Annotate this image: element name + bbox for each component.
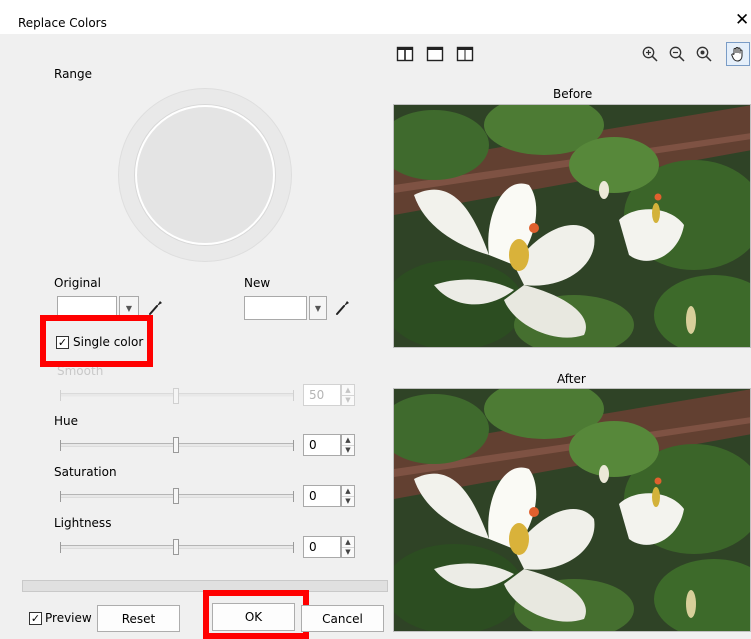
hue-track-end xyxy=(293,440,294,451)
saturation-label: Saturation xyxy=(54,465,117,479)
lightness-track-end xyxy=(293,542,294,553)
lightness-slider-thumb[interactable] xyxy=(173,539,179,555)
lightness-label: Lightness xyxy=(54,516,112,530)
single-view-icon[interactable] xyxy=(425,44,445,64)
hue-label: Hue xyxy=(54,414,79,428)
chevron-up-icon[interactable]: ▲ xyxy=(342,537,354,547)
highlight-box-single-color xyxy=(40,315,153,367)
saturation-value-input[interactable]: 0 xyxy=(303,485,341,507)
saturation-spinner[interactable]: ▲ ▼ xyxy=(341,485,355,507)
chevron-up-icon[interactable]: ▲ xyxy=(342,385,354,395)
after-preview-image[interactable] xyxy=(393,388,751,632)
chevron-down-icon[interactable]: ▼ xyxy=(342,546,354,558)
split-vertical-view-icon[interactable] xyxy=(395,44,415,64)
zoom-in-icon[interactable] xyxy=(640,44,660,64)
range-label: Range xyxy=(54,67,93,81)
original-eyedropper-icon[interactable] xyxy=(148,298,164,316)
new-color-swatch[interactable] xyxy=(244,296,307,320)
smooth-spinner[interactable]: ▲ ▼ xyxy=(341,384,355,406)
lightness-value-input[interactable]: 0 xyxy=(303,536,341,558)
chevron-down-icon: ▼ xyxy=(314,303,322,313)
new-label: New xyxy=(244,276,271,290)
hue-spinner[interactable]: ▲ ▼ xyxy=(341,434,355,456)
hue-value-input[interactable]: 0 xyxy=(303,434,341,456)
preview-checkbox[interactable]: ✓ xyxy=(29,612,42,625)
chevron-down-icon[interactable]: ▼ xyxy=(342,495,354,507)
zoom-out-icon[interactable] xyxy=(667,44,687,64)
new-eyedropper-icon[interactable] xyxy=(335,298,351,316)
cancel-button[interactable]: Cancel xyxy=(301,605,384,632)
chevron-up-icon[interactable]: ▲ xyxy=(342,435,354,445)
title-bar xyxy=(0,0,751,34)
before-preview-image[interactable] xyxy=(393,104,751,348)
smooth-value-input[interactable]: 50 xyxy=(303,384,341,406)
chevron-down-icon[interactable]: ▼ xyxy=(342,394,354,406)
split-horizontal-view-icon[interactable] xyxy=(455,44,475,64)
highlight-box-ok xyxy=(203,590,309,639)
color-range-wheel-center xyxy=(135,105,275,245)
hand-pan-icon[interactable] xyxy=(726,42,750,66)
smooth-track-end xyxy=(293,390,294,401)
lightness-spinner[interactable]: ▲ ▼ xyxy=(341,536,355,558)
saturation-track-end xyxy=(293,491,294,502)
after-label: After xyxy=(557,372,586,386)
new-color-dropdown[interactable]: ▼ xyxy=(309,296,327,320)
chevron-down-icon[interactable]: ▼ xyxy=(342,444,354,456)
smooth-slider-thumb[interactable] xyxy=(173,388,179,404)
original-label: Original xyxy=(54,276,101,290)
preview-label: Preview xyxy=(45,611,92,625)
chevron-down-icon: ▼ xyxy=(125,303,133,313)
reset-button[interactable]: Reset xyxy=(97,605,180,632)
dialog-title: Replace Colors xyxy=(18,16,107,30)
checkmark-icon: ✓ xyxy=(30,612,41,625)
close-icon[interactable]: ✕ xyxy=(735,12,749,29)
chevron-up-icon[interactable]: ▲ xyxy=(342,486,354,496)
before-label: Before xyxy=(553,87,593,101)
saturation-slider-thumb[interactable] xyxy=(173,488,179,504)
hue-slider-thumb[interactable] xyxy=(173,437,179,453)
zoom-fit-icon[interactable] xyxy=(694,44,714,64)
